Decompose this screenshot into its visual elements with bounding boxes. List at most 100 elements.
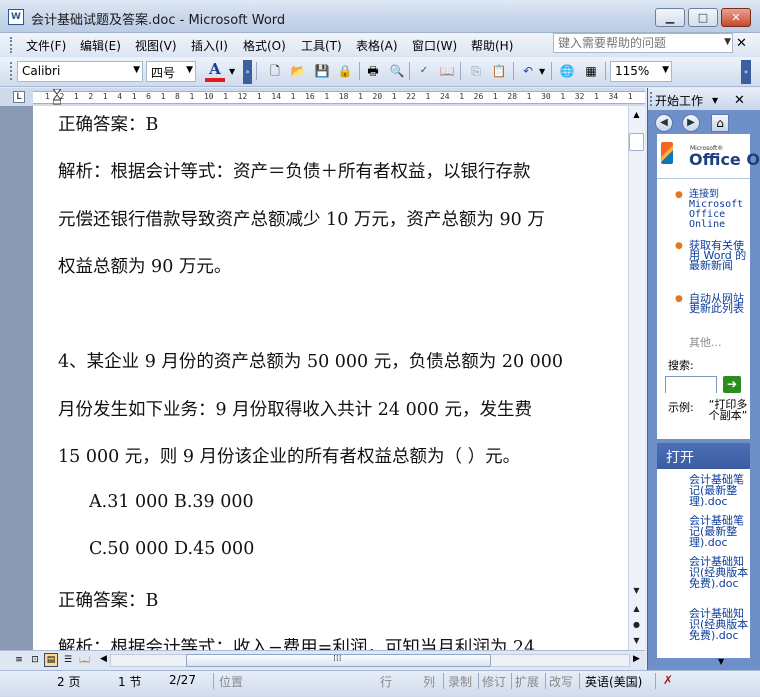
chevron-down-icon[interactable]: ▼ <box>539 67 545 76</box>
open-folder-icon[interactable]: 📂 <box>289 62 307 80</box>
help-question-box[interactable]: ▼ <box>553 33 733 53</box>
zoom-combo[interactable]: 115% ▼ <box>610 61 672 82</box>
paste-icon[interactable]: 📋 <box>490 62 508 80</box>
insert-table-icon[interactable]: ▦ <box>582 62 600 80</box>
back-icon[interactable]: ◀ <box>655 114 673 132</box>
print-layout-view-icon[interactable]: ▤ <box>44 653 58 667</box>
menu-file[interactable]: 文件(F) <box>26 37 66 54</box>
search-go-button[interactable]: ➔ <box>723 376 741 393</box>
question-line: 15 000 元，则 9 月份该企业的所有者权益总额为（ ）元。 <box>58 447 521 467</box>
previous-page-button[interactable]: ▲ <box>628 602 645 616</box>
pane-search-input[interactable] <box>666 378 716 393</box>
tab-selector[interactable]: L <box>13 91 25 103</box>
font-size-combo[interactable]: 四号 ▼ <box>146 61 196 82</box>
pane-grip[interactable] <box>650 92 653 106</box>
status-overtype[interactable]: 改写 <box>549 673 573 690</box>
example-label: 示例: <box>668 401 694 414</box>
analysis-line: 解析：根据会计等式：收入−费用=利润，可知当月利润为 24 <box>58 638 536 650</box>
word-app-icon[interactable]: W <box>8 9 24 25</box>
print-preview-icon[interactable]: 🔍 <box>388 62 406 80</box>
hyperlink-icon[interactable]: 🌐 <box>558 62 576 80</box>
new-document-icon[interactable]: 🗋 <box>266 62 284 80</box>
status-separator <box>579 673 580 689</box>
toolbar-grip[interactable] <box>10 62 13 80</box>
status-separator <box>545 673 546 689</box>
close-window-button[interactable]: ✕ <box>721 8 751 27</box>
status-language[interactable]: 英语(美国) <box>585 673 642 690</box>
chevron-down-icon[interactable]: ▼ <box>229 67 235 76</box>
next-page-button[interactable]: ▼ <box>628 634 645 648</box>
link-office-online[interactable]: 连接到 Microsoft Office Online <box>689 190 749 230</box>
pane-scroll-down-icon[interactable]: ▼ <box>718 657 724 666</box>
menu-help[interactable]: 帮助(H) <box>471 37 513 54</box>
save-icon[interactable]: 💾 <box>313 62 331 80</box>
normal-view-icon[interactable]: ≡ <box>12 653 26 667</box>
vertical-scrollbar[interactable] <box>628 106 645 650</box>
status-separator <box>511 673 512 689</box>
status-section: 1 节 <box>118 675 142 689</box>
chevron-down-icon[interactable]: ▼ <box>724 37 731 47</box>
link-word-news[interactable]: 获取有关使用 Word 的最新新闻 <box>689 240 749 271</box>
link-auto-update[interactable]: 自动从网站更新此列表 <box>689 293 749 314</box>
vertical-scroll-thumb[interactable] <box>629 133 644 151</box>
recent-file-link[interactable]: 会计基础笔记(最新整理).doc <box>689 515 749 548</box>
chevron-down-icon[interactable]: ▼ <box>133 65 140 75</box>
toolbar-options-button[interactable]: » <box>243 60 252 84</box>
reading-layout-view-icon[interactable]: 📖 <box>78 653 92 667</box>
zoom-value: 115% <box>615 64 650 78</box>
close-pane-button[interactable]: ✕ <box>734 93 745 108</box>
status-track-changes[interactable]: 修订 <box>482 673 506 690</box>
menu-edit[interactable]: 编辑(E) <box>80 37 121 54</box>
menu-tools[interactable]: 工具(T) <box>301 37 342 54</box>
menu-grip[interactable] <box>10 37 13 53</box>
outline-view-icon[interactable]: ☰ <box>61 653 75 667</box>
task-pane-title[interactable]: 开始工作 <box>655 92 703 109</box>
more-link[interactable]: 其他... <box>689 334 722 350</box>
option-line: A.31 000 B.39 000 <box>89 492 254 512</box>
window-title: 会计基础试题及答案.doc - Microsoft Word <box>31 13 286 28</box>
select-browse-object-button[interactable]: ● <box>628 618 645 632</box>
chevron-down-icon[interactable]: ▼ <box>712 96 718 105</box>
task-pane-body <box>657 134 750 439</box>
chevron-down-icon[interactable]: ▼ <box>186 65 193 75</box>
minimize-button[interactable]: ▁ <box>655 8 685 27</box>
spelling-icon[interactable]: ✓ <box>415 62 433 80</box>
recent-file-link[interactable]: 会计基础笔记(最新整理).doc <box>689 474 749 507</box>
undo-icon[interactable]: ↶ <box>519 62 537 80</box>
menu-view[interactable]: 视图(V) <box>135 37 177 54</box>
scroll-right-button[interactable]: ▶ <box>633 654 640 664</box>
menu-format[interactable]: 格式(O) <box>243 37 286 54</box>
help-search-input[interactable] <box>554 34 716 52</box>
scroll-up-button[interactable]: ▲ <box>628 106 645 123</box>
close-document-button[interactable]: ✕ <box>736 36 747 51</box>
chevron-down-icon[interactable]: ▼ <box>662 65 669 75</box>
forward-icon[interactable]: ▶ <box>682 114 700 132</box>
font-name-combo[interactable]: Calibri ▼ <box>17 61 143 82</box>
status-record[interactable]: 录制 <box>448 673 472 690</box>
status-extend[interactable]: 扩展 <box>515 673 539 690</box>
recent-file-link[interactable]: 会计基础知识(经典版本免费).doc <box>689 608 749 641</box>
font-color-button[interactable]: A <box>206 60 224 78</box>
menu-window[interactable]: 窗口(W) <box>412 37 457 54</box>
menu-insert[interactable]: 插入(I) <box>191 37 228 54</box>
font-color-swatch <box>205 78 225 82</box>
web-layout-view-icon[interactable]: ⊡ <box>28 653 42 667</box>
home-icon[interactable]: ⌂ <box>711 114 729 132</box>
toolbar-separator <box>513 62 514 80</box>
document-page[interactable]: 正确答案：B 解析：根据会计等式：资产＝负债＋所有者权益，以银行存款 元偿还银行… <box>33 106 628 650</box>
print-icon[interactable]: 🖶 <box>364 62 382 80</box>
scroll-down-button[interactable]: ▼ <box>628 584 645 598</box>
menu-table[interactable]: 表格(A) <box>356 37 398 54</box>
indent-marker-icon[interactable] <box>53 89 61 105</box>
research-icon[interactable]: 📖 <box>438 62 456 80</box>
spelling-status-icon[interactable]: ✗ <box>663 673 683 689</box>
toolbar-options-button[interactable]: » <box>741 60 751 84</box>
maximize-button[interactable]: □ <box>688 8 718 27</box>
status-column: 列 <box>423 675 436 689</box>
status-separator <box>478 673 479 689</box>
pane-search-field[interactable] <box>665 376 717 393</box>
recent-file-link[interactable]: 会计基础知识(经典版本免费).doc <box>689 556 749 589</box>
permission-icon[interactable]: 🔒 <box>336 62 354 80</box>
copy-icon[interactable]: ⎘ <box>467 62 485 80</box>
scroll-left-button[interactable]: ◀ <box>100 654 107 664</box>
